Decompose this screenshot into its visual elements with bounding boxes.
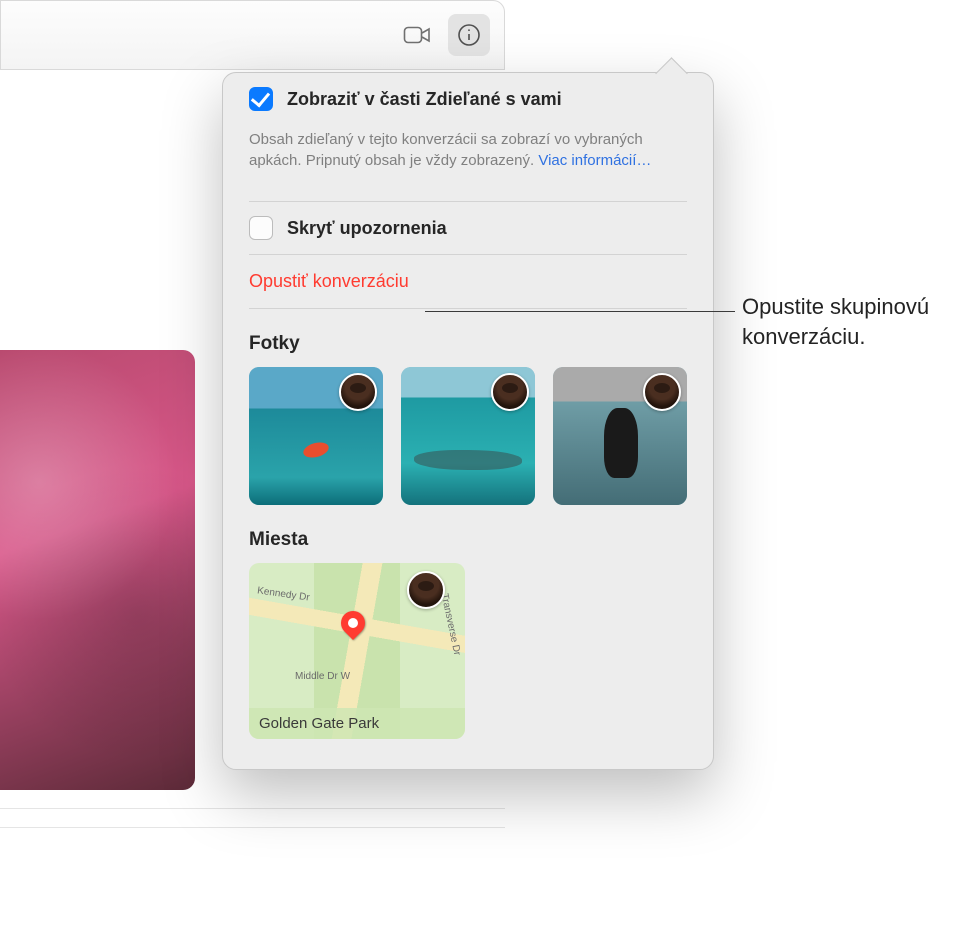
places-section-title: Miesta — [249, 505, 687, 563]
sender-avatar — [491, 373, 529, 411]
callout-text: Opustite skupinovú konverzáciu. — [742, 292, 959, 351]
hide-alerts-label: Skryť upozornenia — [287, 218, 447, 239]
map-road-label: Middle Dr W — [295, 671, 350, 682]
show-in-shared-with-you-row[interactable]: Zobraziť v časti Zdieľané s vami — [249, 73, 687, 125]
facetime-video-button[interactable] — [396, 14, 438, 56]
shared-with-you-description: Obsah zdieľaný v tejto konverzácii sa zo… — [249, 125, 687, 201]
more-info-link[interactable]: Viac informácií… — [538, 152, 651, 169]
info-icon — [455, 23, 483, 47]
hide-alerts-checkbox[interactable] — [249, 216, 273, 240]
message-field-divider — [0, 790, 505, 828]
map-road-label: Kennedy Dr — [256, 585, 310, 603]
sender-avatar — [339, 373, 377, 411]
show-in-shared-checkbox[interactable] — [249, 87, 273, 111]
callout-leader-line — [425, 311, 735, 312]
sender-avatar — [643, 373, 681, 411]
shared-photos-row — [249, 367, 687, 505]
show-in-shared-label: Zobraziť v časti Zdieľané s vami — [287, 89, 562, 110]
shared-photo-thumbnail[interactable] — [553, 367, 687, 505]
shared-photo-thumbnail[interactable] — [401, 367, 535, 505]
shared-location-thumbnail[interactable]: Kennedy Dr Middle Dr W Transverse Dr Gol… — [249, 563, 465, 739]
video-icon — [403, 23, 431, 47]
location-name-label: Golden Gate Park — [249, 708, 465, 739]
map-road-label: Transverse Dr — [439, 593, 463, 657]
photos-section-title: Fotky — [249, 309, 687, 367]
window-toolbar — [0, 0, 505, 70]
map-pin-icon — [336, 606, 370, 640]
hide-alerts-row[interactable]: Skryť upozornenia — [249, 202, 687, 254]
conversation-details-button[interactable] — [448, 14, 490, 56]
sender-avatar — [407, 571, 445, 609]
leave-conversation-button[interactable]: Opustiť konverzáciu — [249, 255, 687, 308]
conversation-background-image — [0, 350, 195, 790]
conversation-details-popover: Zobraziť v časti Zdieľané s vami Obsah z… — [222, 72, 714, 770]
shared-photo-thumbnail[interactable] — [249, 367, 383, 505]
